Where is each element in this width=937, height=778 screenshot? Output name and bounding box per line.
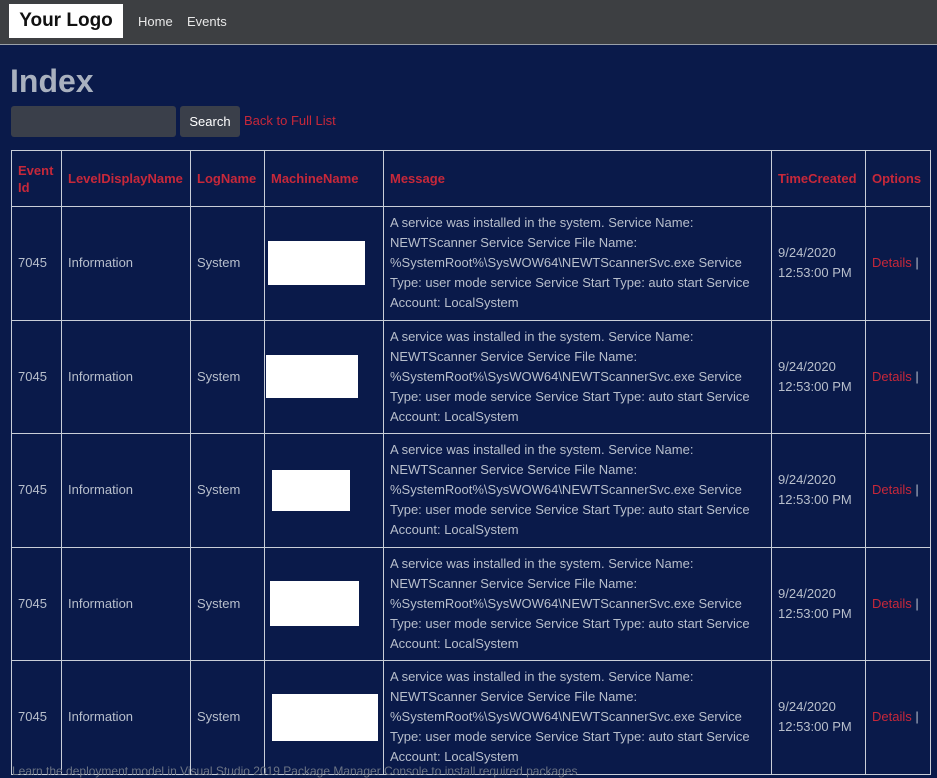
cell-level: Information (61, 546, 191, 661)
cell-time-created: 9/24/2020 12:53:00 PM (771, 319, 866, 434)
cell-level: Information (61, 206, 191, 321)
site-logo[interactable]: Your Logo (9, 4, 123, 38)
cell-machine-name (264, 206, 384, 321)
cell-options: Details | (865, 319, 931, 434)
cell-machine-name (264, 546, 384, 661)
search-input[interactable] (11, 106, 176, 137)
header-message[interactable]: Message (383, 150, 772, 207)
cell-message: A service was installed in the system. S… (383, 660, 772, 775)
cell-event-id: 7045 (11, 319, 62, 434)
redacted-machine-name (266, 355, 358, 399)
table-row: 7045 Information System A service was in… (11, 660, 931, 775)
cell-log-name: System (190, 546, 265, 661)
details-link[interactable]: Details (872, 482, 912, 497)
options-separator: | (915, 709, 919, 725)
footer-text: Learn the deployment model in Visual Stu… (12, 764, 578, 778)
cell-time-created: 9/24/2020 12:53:00 PM (771, 433, 866, 548)
cell-log-name: System (190, 319, 265, 434)
options-separator: | (915, 255, 919, 271)
cell-options: Details | (865, 433, 931, 548)
nav-link-events[interactable]: Events (187, 14, 227, 29)
header-time-created[interactable]: TimeCreated (771, 150, 866, 207)
search-button[interactable]: Search (180, 106, 240, 137)
header-event-id[interactable]: Event Id (11, 150, 62, 207)
header-options: Options (865, 150, 931, 207)
top-navbar: Your Logo Home Events (0, 0, 937, 45)
back-to-full-list-link[interactable]: Back to Full List (244, 113, 336, 128)
events-table: Event Id LevelDisplayName LogName Machin… (11, 150, 931, 775)
table-header-row: Event Id LevelDisplayName LogName Machin… (11, 150, 931, 207)
cell-event-id: 7045 (11, 660, 62, 775)
cell-time-created: 9/24/2020 12:53:00 PM (771, 546, 866, 661)
options-separator: | (915, 482, 919, 498)
cell-log-name: System (190, 206, 265, 321)
header-machine-name[interactable]: MachineName (264, 150, 384, 207)
cell-level: Information (61, 433, 191, 548)
table-row: 7045 Information System A service was in… (11, 319, 931, 434)
cell-machine-name (264, 660, 384, 775)
redacted-machine-name (270, 581, 359, 627)
details-link[interactable]: Details (872, 255, 912, 270)
table-row: 7045 Information System A service was in… (11, 433, 931, 548)
nav-link-home[interactable]: Home (138, 14, 173, 29)
cell-machine-name (264, 433, 384, 548)
cell-log-name: System (190, 433, 265, 548)
options-separator: | (915, 368, 919, 384)
details-link[interactable]: Details (872, 369, 912, 384)
details-link[interactable]: Details (872, 596, 912, 611)
redacted-machine-name (272, 693, 378, 741)
details-link[interactable]: Details (872, 709, 912, 724)
cell-event-id: 7045 (11, 433, 62, 548)
header-log-name[interactable]: LogName (190, 150, 265, 207)
cell-level: Information (61, 660, 191, 775)
cell-time-created: 9/24/2020 12:53:00 PM (771, 660, 866, 775)
cell-options: Details | (865, 206, 931, 321)
cell-level: Information (61, 319, 191, 434)
cell-machine-name (264, 319, 384, 434)
cell-event-id: 7045 (11, 546, 62, 661)
redacted-machine-name (272, 469, 350, 511)
cell-message: A service was installed in the system. S… (383, 206, 772, 321)
cell-message: A service was installed in the system. S… (383, 546, 772, 661)
page-title: Index (10, 63, 94, 99)
cell-time-created: 9/24/2020 12:53:00 PM (771, 206, 866, 321)
header-level-display-name[interactable]: LevelDisplayName (61, 150, 191, 207)
options-separator: | (915, 595, 919, 611)
cell-message: A service was installed in the system. S… (383, 319, 772, 434)
cell-options: Details | (865, 660, 931, 775)
table-row: 7045 Information System A service was in… (11, 546, 931, 661)
redacted-machine-name (268, 241, 365, 286)
table-row: 7045 Information System A service was in… (11, 206, 931, 321)
cell-options: Details | (865, 546, 931, 661)
cell-log-name: System (190, 660, 265, 775)
cell-event-id: 7045 (11, 206, 62, 321)
cell-message: A service was installed in the system. S… (383, 433, 772, 548)
